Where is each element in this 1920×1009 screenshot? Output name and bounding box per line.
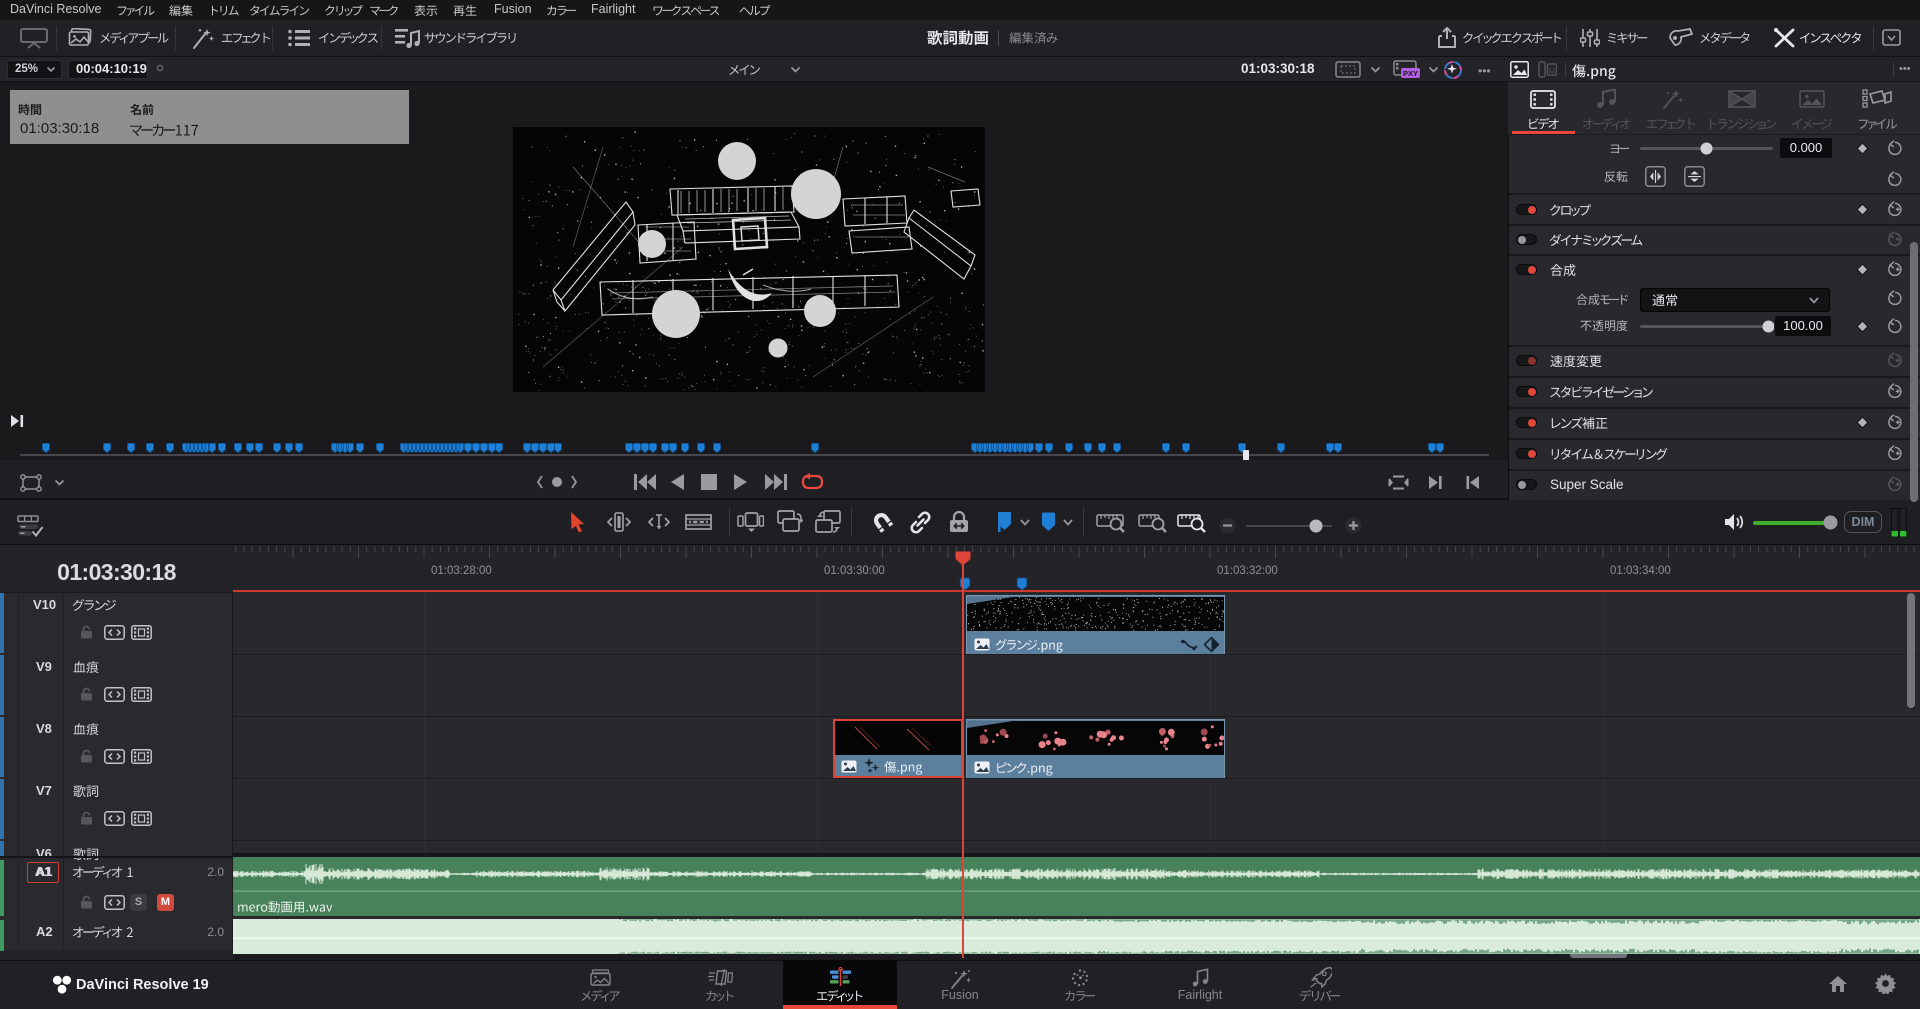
svg-text:PXY: PXY [1403, 69, 1418, 78]
